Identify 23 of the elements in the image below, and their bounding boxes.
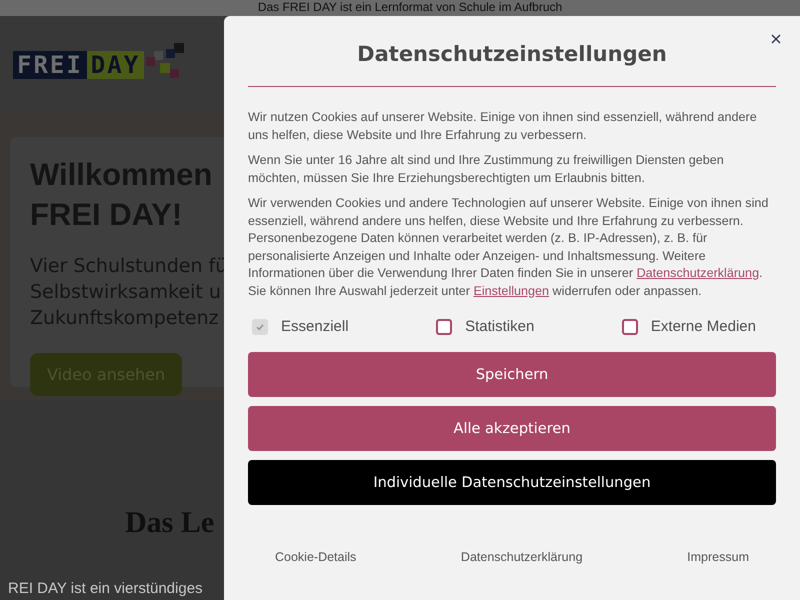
- dialog-paragraph: Wenn Sie unter 16 Jahre alt sind und Ihre Zustimmung zu freiwilligen Diensten geben möchten, müssen Sie Ihre Erziehungsberechtigten um Erlaubnis bitten.: [248, 152, 725, 187]
- consent-button[interactable]: Individuelle Datenschutzeinstellungen: [248, 460, 776, 505]
- dialog-title: Datenschutzeinstellungen: [356, 42, 668, 66]
- footer-link[interactable]: Cookie-Details: [275, 550, 356, 564]
- banner-text: Das FREI DAY ist ein Lernformat von Schule im Aufbruch: [258, 0, 562, 14]
- logo-word: DAY: [86, 50, 144, 78]
- check-icon: [255, 322, 265, 332]
- consent-button[interactable]: Speichern: [248, 352, 776, 397]
- logo-word: FREI: [13, 50, 87, 78]
- close-icon[interactable]: [771, 34, 781, 44]
- dialog-paragraph: Wir nutzen Cookies auf unserer Website. Einige von ihnen sind essenziell, während andere uns helfen, diese Website und Ihre Erfahrung zu verbessern.: [248, 109, 758, 144]
- privacy-link[interactable]: Datenschutzerklärung: [636, 266, 760, 280]
- section-text: REI DAY ist ein vierstündiges: [8, 580, 204, 597]
- footer-link[interactable]: Datenschutzerklärung: [460, 550, 583, 564]
- checkbox[interactable]: [436, 318, 452, 334]
- consent-button[interactable]: Alle akzeptieren: [248, 406, 776, 451]
- dialog-paragraph: Wir verwenden Cookies und andere Technologien auf unserer Website. Einige von ihnen sind essenziell, während andere uns helfen, diese Website und Ihre Erfahrung zu verbessern. Personenbezogene Daten können verarbeitet werden (z. B. IP-Adressen), z. B. für personalisierte Anzeigen und Inhalte oder Anzeigen- und Inhaltsmessung. Weitere Informationen über die Verwendung Ihrer Daten finden Sie in unserer Datenschutzerklärung. Sie können Ihre Auswahl jederzeit unter Einstellungen widerrufen oder anpassen.: [248, 195, 770, 300]
- checkbox[interactable]: [622, 318, 638, 334]
- privacy-link[interactable]: Einstellungen: [473, 284, 550, 298]
- option-label: Essenziell: [281, 318, 349, 335]
- footer-link[interactable]: Impressum: [687, 550, 749, 564]
- option-label: Externe Medien: [650, 318, 756, 335]
- option-label: Statistiken: [465, 318, 534, 335]
